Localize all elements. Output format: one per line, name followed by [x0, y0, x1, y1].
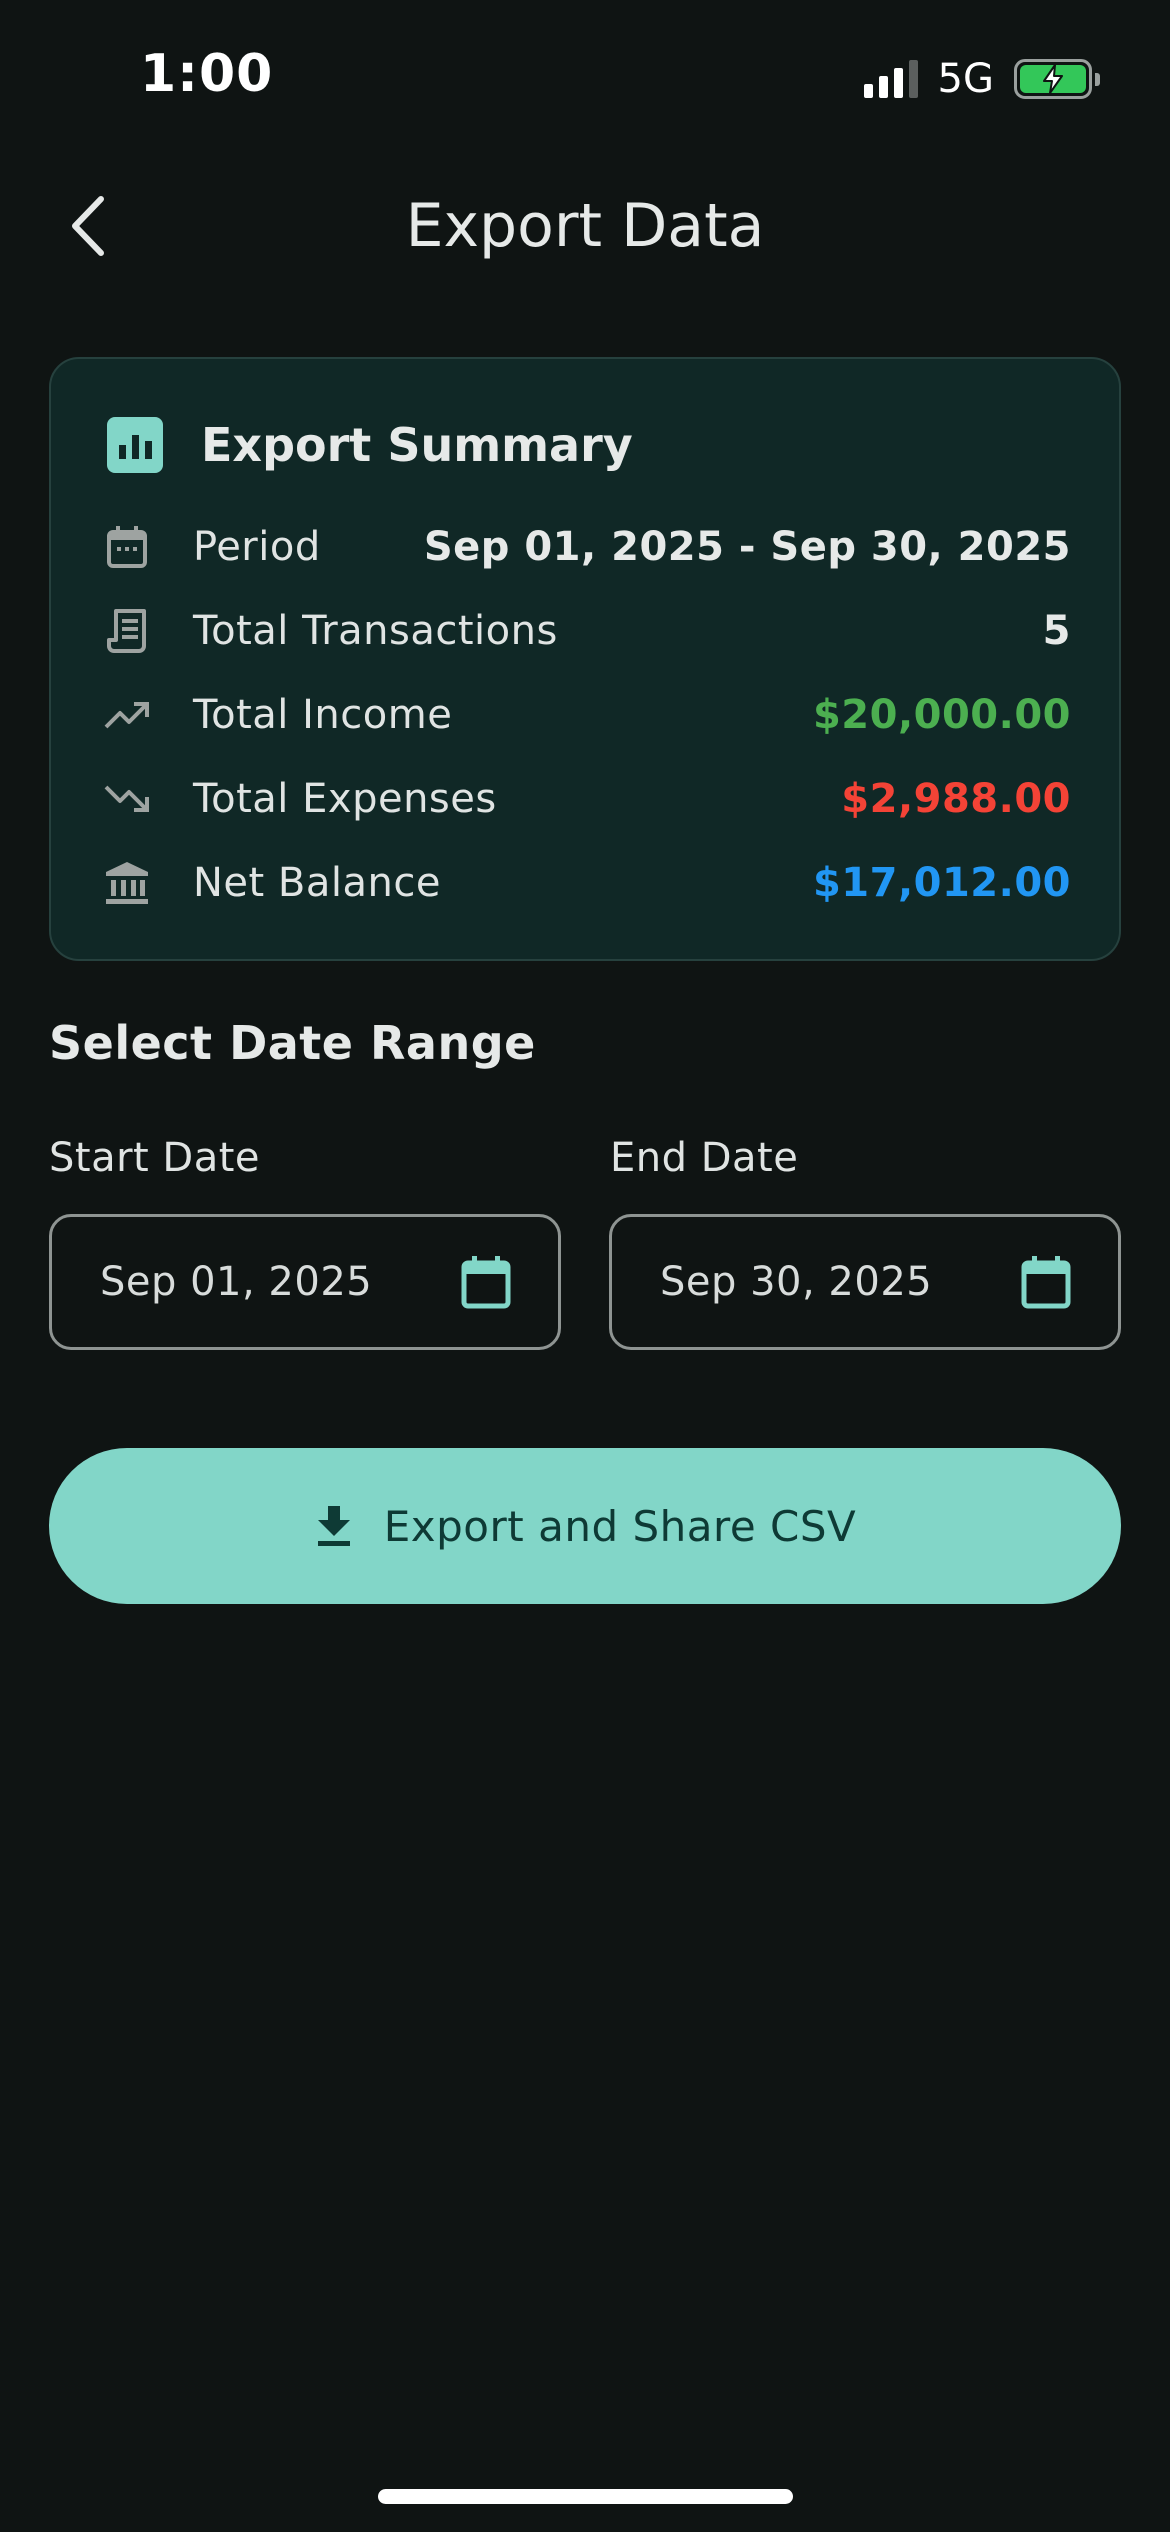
bank-icon [103, 859, 151, 907]
row-value: 5 [1042, 608, 1071, 654]
row-label: Total Expenses [193, 776, 497, 822]
row-value: $20,000.00 [812, 692, 1071, 738]
trending-up-icon [103, 691, 151, 739]
summary-row-expenses: Total Expenses $2,988.00 [103, 769, 1071, 829]
start-date-label: Start Date [49, 1135, 261, 1181]
trending-down-icon [103, 775, 151, 823]
page-title: Export Data [405, 191, 765, 261]
export-summary-card: Export Summary Period Sep 01, 2025 - Sep… [49, 357, 1121, 961]
row-value: $17,012.00 [812, 860, 1071, 906]
signal-icon [863, 60, 918, 98]
end-date-value: Sep 30, 2025 [660, 1259, 933, 1305]
row-label: Net Balance [193, 860, 441, 906]
end-date-label: End Date [610, 1135, 799, 1181]
start-date-value: Sep 01, 2025 [100, 1259, 373, 1305]
summary-row-period: Period Sep 01, 2025 - Sep 30, 2025 [103, 517, 1071, 577]
summary-row-income: Total Income $20,000.00 [103, 685, 1071, 745]
calendar-icon [103, 523, 151, 571]
download-icon [317, 1506, 350, 1546]
row-value: $2,988.00 [841, 776, 1071, 822]
status-time: 1:00 [140, 44, 274, 104]
summary-title: Export Summary [201, 418, 633, 472]
summary-header: Export Summary [107, 417, 633, 473]
calendar-icon[interactable] [460, 1254, 512, 1310]
row-label: Period [193, 524, 321, 570]
battery-icon [1014, 59, 1100, 99]
summary-row-transactions: Total Transactions 5 [103, 601, 1071, 661]
start-date-field[interactable]: Sep 01, 2025 [49, 1214, 561, 1350]
row-label: Total Transactions [193, 608, 558, 654]
end-date-field[interactable]: Sep 30, 2025 [609, 1214, 1121, 1350]
date-range-title: Select Date Range [49, 1016, 536, 1070]
receipt-icon [103, 607, 151, 655]
network-label: 5G [937, 56, 994, 102]
row-value: Sep 01, 2025 - Sep 30, 2025 [423, 524, 1071, 570]
calendar-icon[interactable] [1020, 1254, 1072, 1310]
bar-chart-icon [107, 417, 163, 473]
status-bar: 1:00 5G [0, 0, 1170, 150]
export-share-csv-button[interactable]: Export and Share CSV [49, 1448, 1121, 1604]
row-label: Total Income [193, 692, 453, 738]
status-indicators: 5G [863, 56, 1100, 102]
export-data-screen: 1:00 5G Export Data Export Summary Perio… [0, 0, 1170, 2532]
home-indicator[interactable] [378, 2489, 793, 2504]
export-button-label: Export and Share CSV [383, 1501, 857, 1551]
summary-row-balance: Net Balance $17,012.00 [103, 853, 1071, 913]
